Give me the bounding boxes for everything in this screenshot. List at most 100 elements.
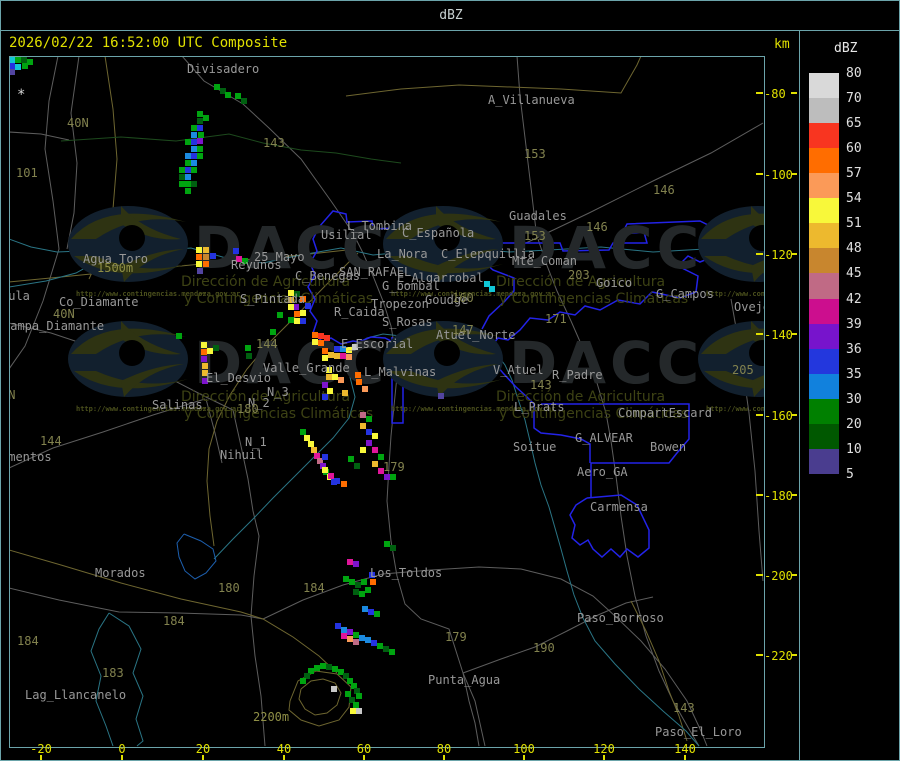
place-label: R_Caida <box>334 305 385 319</box>
radar-echo-cell <box>191 160 197 166</box>
place-label: S_Pintada <box>240 292 306 306</box>
radar-echo-cell <box>300 678 306 684</box>
road-number-label: 184 <box>303 581 325 595</box>
road-line <box>462 596 654 674</box>
legend-value-label: 48 <box>846 241 862 257</box>
place-label: aula <box>10 289 30 303</box>
radar-echo-cell <box>361 579 367 585</box>
legend-title: dBZ <box>834 41 858 56</box>
place-label: Los_Toldos <box>370 566 443 580</box>
timestamp-label: 2026/02/22 16:52:00 UTC Composite <box>9 35 288 51</box>
place-label: Guadales <box>509 209 567 223</box>
radar-echo-cell <box>197 268 203 274</box>
place-label: El_Desvio <box>206 371 272 385</box>
bottom-tick-mark <box>40 755 42 760</box>
road-number-label: 190 <box>533 641 555 655</box>
radar-echo-cell <box>185 174 191 180</box>
legend-value-label: 70 <box>846 91 862 107</box>
right-tick-mark <box>756 92 763 94</box>
legend-value-label: 36 <box>846 341 862 357</box>
radar-echo-cell <box>196 254 202 260</box>
road-number-label: 205 <box>732 363 754 377</box>
radar-echo-cell <box>22 63 28 69</box>
place-label: Soitue <box>513 440 557 454</box>
road-number-label: 0N <box>10 389 15 401</box>
road-number-label: 40N <box>67 116 89 130</box>
legend-swatch <box>809 298 839 325</box>
legend-swatch <box>809 73 839 99</box>
road-number-label: 171 <box>545 312 567 326</box>
road-number-label: 180 <box>218 581 240 595</box>
place-label: C_Benegas <box>295 269 361 283</box>
place-label: Nihuil <box>220 448 264 462</box>
radar-echo-cell <box>201 356 207 362</box>
radar-echo-cell <box>197 118 203 124</box>
place-label: Pampa_Diamante <box>9 319 105 333</box>
place-label: G_Campos <box>656 287 714 301</box>
road-number-label: 183 <box>102 666 124 680</box>
bottom-tick-mark <box>202 755 204 760</box>
radar-echo-cell <box>241 98 247 104</box>
right-tick-label: -140 <box>764 328 793 342</box>
place-label: E_Escorial <box>341 337 414 351</box>
radar-echo-cell <box>354 463 360 469</box>
right-tick-mark <box>756 654 763 656</box>
radar-echo-cell <box>277 312 283 318</box>
radar-echo-cell <box>203 261 209 267</box>
right-axis-unit: km <box>774 37 790 52</box>
radar-echo-cell <box>179 181 185 187</box>
radar-echo-cell <box>300 310 306 316</box>
route-line <box>10 549 338 674</box>
radar-echo-cell <box>341 481 347 487</box>
road-number-label: 40N <box>53 307 75 321</box>
legend-swatch <box>809 223 839 249</box>
radar-echo-cell <box>197 146 203 152</box>
radar-echo-cell <box>210 253 216 259</box>
lake-line <box>176 533 217 580</box>
right-tick-mark <box>791 333 797 335</box>
elevation-label: 1500m <box>97 261 134 275</box>
legend-swatch <box>809 423 839 450</box>
radar-echo-cell <box>356 379 362 385</box>
radar-echo-cell <box>372 433 378 439</box>
radar-map-canvas[interactable]: DACC Dirección de Agricultura y Contingenc… <box>9 56 765 748</box>
road-number-label: 160 <box>452 291 474 305</box>
road-number-label: 147 <box>452 323 474 337</box>
radar-echo-cell <box>360 447 366 453</box>
place-label: Mte_Coman <box>512 254 578 268</box>
legend-value-label: 65 <box>846 116 862 132</box>
bottom-tick-label: 60 <box>356 742 372 756</box>
right-tick-mark <box>756 494 763 496</box>
radar-echo-cell <box>300 318 306 324</box>
legend-value-label: 39 <box>846 316 862 332</box>
legend-value-label: 54 <box>846 191 862 207</box>
place-label: Salinas <box>152 398 203 412</box>
route-line <box>345 57 642 97</box>
right-tick-mark <box>791 574 797 576</box>
place-label: Aero_GA <box>577 465 628 479</box>
place-label: A_Villanueva <box>488 93 575 107</box>
right-tick-label: -100 <box>764 168 793 182</box>
road-number-label: 203 <box>568 268 590 282</box>
road-line <box>262 566 708 747</box>
right-tick-label: -180 <box>764 489 793 503</box>
place-label: G_bombal <box>382 279 440 293</box>
road-number-label: 144 <box>40 434 62 448</box>
radar-echo-cell <box>185 188 191 194</box>
legend-swatch <box>809 173 839 199</box>
right-tick-mark <box>756 333 763 335</box>
place-label: Punta_Agua <box>428 673 501 687</box>
radar-echo-cell <box>196 247 202 253</box>
place-label: N_1 <box>245 435 267 449</box>
legend-value-label: 51 <box>846 216 862 232</box>
radar-echo-cell <box>202 363 208 369</box>
radar-echo-cell <box>203 115 209 121</box>
bottom-tick-mark <box>443 755 445 760</box>
route-line <box>298 678 342 716</box>
place-label: V_Atuel <box>493 363 544 377</box>
place-label: Divisadero <box>187 62 260 76</box>
radar-echo-cell <box>338 377 344 383</box>
watermark-url: http://www.contingencias.mendoza.gov.ar <box>706 290 765 298</box>
radar-echo-cell <box>489 286 495 292</box>
legend-swatch <box>809 248 839 274</box>
